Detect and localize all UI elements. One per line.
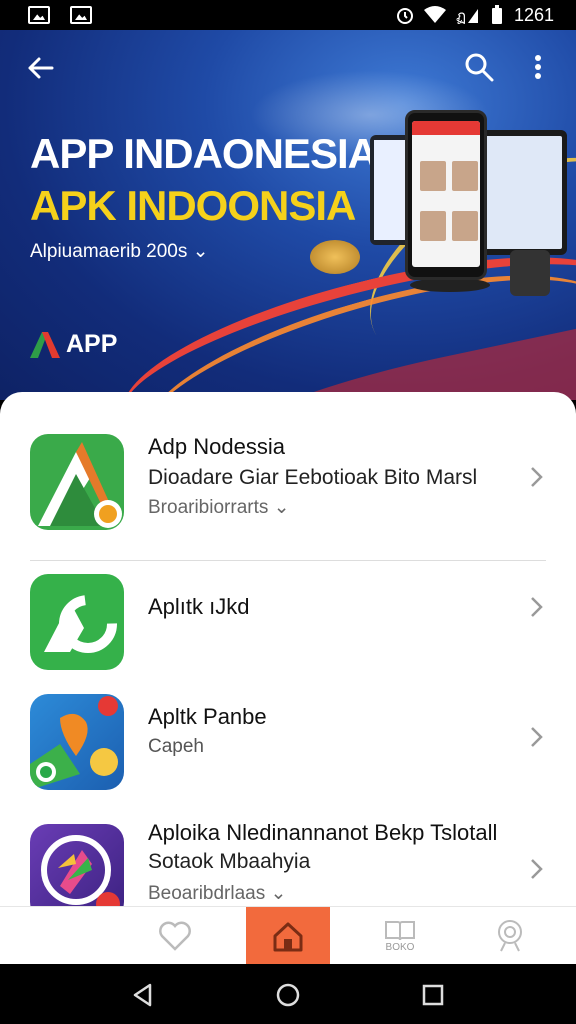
profile-icon <box>498 920 522 952</box>
chevron-right-icon <box>531 859 543 879</box>
app-title: Apltk Panbe <box>148 704 267 729</box>
book-icon <box>385 920 415 940</box>
chevron-right-icon <box>531 467 543 487</box>
image-notification-icon <box>70 6 92 24</box>
app-meta: Beoaribdrlaas ⌄ <box>148 883 287 904</box>
app-meta: Capeh <box>148 736 204 757</box>
green-a-app-icon <box>30 574 124 670</box>
home-circle-icon[interactable] <box>275 982 301 1008</box>
dropdown-caret-icon: ⌄ <box>265 883 287 904</box>
list-item[interactable]: Adp Nodessia Dioadare Giar Eebotioak Bit… <box>0 392 576 562</box>
more-options-icon[interactable] <box>528 52 548 82</box>
chevron-right-icon <box>531 597 543 617</box>
app-title: Aplıtk ıJkd <box>148 594 250 619</box>
hero-tagline: Alpiuamaerib 200s ⌄ <box>30 241 209 262</box>
signal-icon: ฏ <box>456 7 478 24</box>
app-logo-icon <box>30 332 60 358</box>
app-list: Adp Nodessia Dioadare Giar Eebotioak Bit… <box>0 392 576 964</box>
app-description: Dioadare Giar Eebotioak Bito Marsl <box>148 466 478 489</box>
search-icon[interactable] <box>464 52 494 82</box>
heart-icon <box>159 921 191 951</box>
bottom-navigation: BOKO <box>0 906 576 965</box>
app-title: Aploika Nledinannanot Bekp Tslotall <box>148 820 498 845</box>
app-description: Sotaok Mbaahyia <box>148 850 311 873</box>
green-triangle-app-icon <box>30 434 124 530</box>
system-navigation-bar <box>0 964 576 1024</box>
divider <box>30 560 546 561</box>
chevron-right-icon <box>531 727 543 747</box>
status-bar: ฏ 1261 <box>0 0 576 30</box>
devices-illustration <box>310 110 570 310</box>
phone-stand-image <box>410 278 490 292</box>
alarm-icon <box>396 8 413 24</box>
phone-image <box>405 110 487 280</box>
nav-books-label: BOKO <box>385 941 415 953</box>
recent-apps-icon[interactable] <box>420 982 446 1008</box>
gallery-notification-icon <box>28 6 50 24</box>
coin-image <box>310 240 360 274</box>
list-item[interactable]: Aplıtk ıJkd <box>0 562 576 677</box>
nav-profile[interactable] <box>465 907 555 965</box>
app-title: Adp Nodessia <box>148 434 285 459</box>
clock: 1261 <box>513 4 554 25</box>
dropdown-caret-icon: ⌄ <box>187 241 209 262</box>
hero-brand-logo: APP <box>28 328 117 360</box>
back-triangle-icon[interactable] <box>130 982 156 1008</box>
wifi-icon <box>423 6 446 23</box>
battery-icon <box>491 5 502 24</box>
back-arrow-icon[interactable] <box>24 52 56 84</box>
hero-banner: APP INDAONESIA APK INDOONSIA Alpiuamaeri… <box>0 30 576 400</box>
home-icon <box>273 922 303 952</box>
svg-text:ฏ: ฏ <box>456 7 466 24</box>
dropdown-caret-icon: ⌄ <box>268 497 290 518</box>
nav-books[interactable]: BOKO <box>355 907 445 965</box>
list-item[interactable]: Apltk Panbe Capeh <box>0 682 576 807</box>
app-meta: Broaribiorrarts ⌄ <box>148 497 290 518</box>
hero-subtitle: APK INDOONSIA <box>30 182 356 229</box>
nav-favorites[interactable] <box>130 907 220 965</box>
speaker-image <box>510 250 550 296</box>
nav-home[interactable] <box>246 907 330 965</box>
tablet-image <box>475 130 567 255</box>
blue-map-app-icon <box>30 694 124 790</box>
